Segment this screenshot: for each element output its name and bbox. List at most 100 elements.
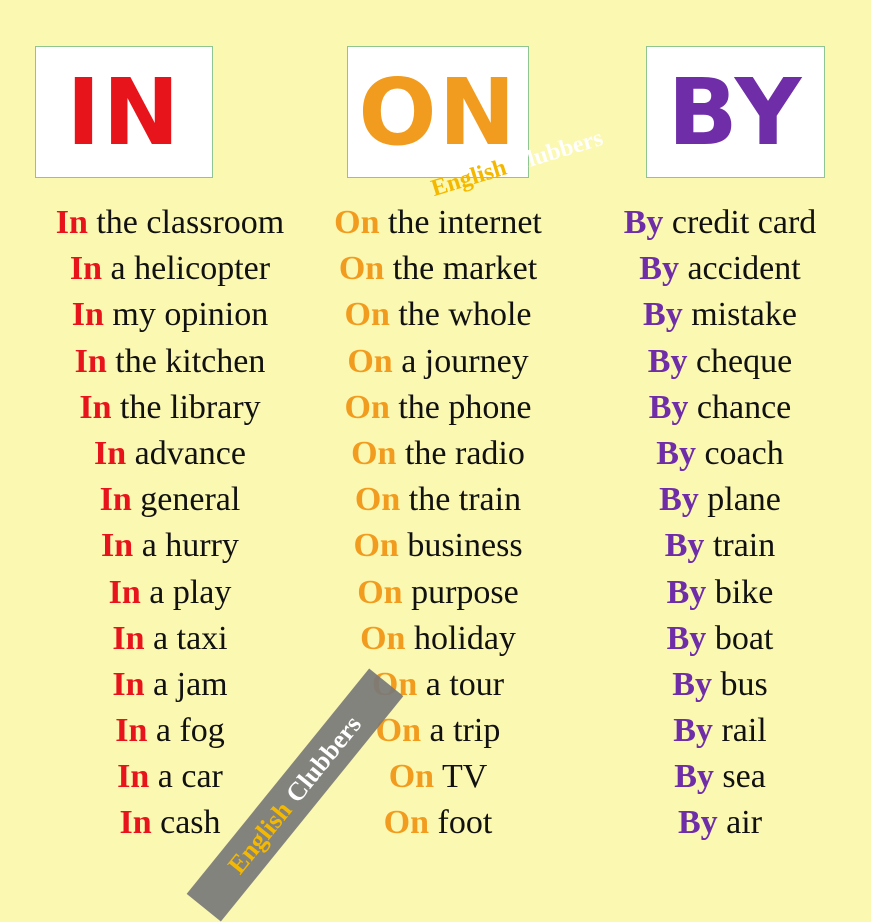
by-phrase-item: By boat	[575, 616, 865, 662]
by-phrase-list: By credit card By accident By mistake By ch…	[575, 200, 865, 847]
on-phrase-text: the internet	[387, 204, 542, 241]
by-keyword: By	[643, 296, 683, 334]
in-phrase-text: cash	[160, 804, 221, 842]
by-phrase-item: By accident	[575, 246, 865, 292]
on-phrase-item: On a journey	[293, 339, 583, 385]
by-phrase-text: cheque	[695, 342, 793, 380]
in-phrase-text: general	[140, 481, 241, 519]
on-phrase-text: a trip	[429, 712, 501, 750]
on-keyword: On	[388, 758, 435, 796]
on-phrase-text: TV	[441, 758, 488, 796]
by-phrase-item: By chance	[575, 385, 865, 431]
on-keyword: On	[344, 388, 390, 426]
by-keyword: By	[623, 204, 664, 241]
by-phrase-item: By bike	[575, 570, 865, 616]
in-keyword: In	[117, 758, 150, 796]
on-phrase-text: business	[407, 527, 523, 565]
in-phrase-text: the classroom	[96, 204, 285, 241]
by-phrase-item: By rail	[575, 708, 865, 754]
on-phrase-text: holiday	[413, 619, 516, 657]
in-phrase-item: In the kitchen	[25, 339, 315, 385]
in-phrase-item: In a helicopter	[25, 246, 315, 292]
in-phrase-text: the library	[119, 388, 261, 426]
in-phrase-text: my opinion	[112, 296, 269, 334]
by-keyword: By	[677, 804, 718, 842]
in-phrase-text: advance	[134, 434, 246, 472]
by-phrase-text: accident	[687, 250, 801, 288]
in-phrase-text: a jam	[153, 665, 228, 703]
on-phrase-item: On the train	[293, 477, 583, 523]
in-keyword: In	[99, 481, 132, 519]
in-phrase-item: In a play	[25, 570, 315, 616]
on-keyword: On	[354, 481, 401, 519]
by-keyword: By	[639, 250, 679, 288]
by-keyword: By	[648, 388, 689, 426]
by-phrase-text: air	[726, 804, 763, 842]
in-keyword: In	[74, 342, 107, 380]
on-phrase-item: On the radio	[293, 431, 583, 477]
in-keyword: In	[112, 619, 145, 657]
by-keyword: By	[666, 619, 707, 657]
by-phrase-item: By cheque	[575, 339, 865, 385]
on-phrase-text: the train	[408, 481, 522, 519]
in-phrase-item: In a jam	[25, 662, 315, 708]
in-phrase-item: In general	[25, 477, 315, 523]
by-keyword: By	[659, 481, 699, 519]
by-keyword: By	[656, 434, 696, 472]
in-keyword: In	[108, 573, 141, 611]
in-phrase-list: In the classroom In a helicopter In my opi…	[25, 200, 315, 847]
in-phrase-text: a taxi	[153, 619, 228, 657]
on-keyword: On	[338, 250, 385, 288]
by-phrase-text: boat	[714, 619, 774, 657]
on-phrase-text: the radio	[404, 434, 525, 472]
in-keyword: In	[115, 712, 148, 750]
header-by-label: BY	[667, 58, 804, 166]
by-phrase-text: credit card	[671, 204, 817, 241]
in-phrase-item: In my opinion	[25, 292, 315, 338]
on-phrase-text: foot	[437, 804, 493, 842]
by-keyword: By	[666, 573, 707, 611]
by-phrase-item: By air	[575, 800, 865, 846]
by-phrase-text: rail	[721, 712, 767, 750]
in-keyword: In	[119, 804, 152, 842]
in-keyword: In	[112, 665, 145, 703]
in-keyword: In	[93, 434, 127, 472]
in-phrase-text: a play	[149, 573, 232, 611]
by-phrase-text: mistake	[691, 296, 797, 334]
on-phrase-item: On the market	[293, 246, 583, 292]
by-phrase-text: bus	[720, 665, 768, 703]
on-keyword: On	[383, 804, 430, 842]
header-by-card: BY	[646, 46, 825, 178]
in-keyword: In	[71, 296, 104, 334]
on-phrase-text: purpose	[411, 573, 519, 611]
by-phrase-item: By credit card	[575, 200, 865, 246]
in-phrase-text: the kitchen	[115, 342, 266, 380]
in-keyword: In	[55, 204, 88, 241]
by-phrase-text: bike	[714, 573, 774, 611]
by-phrase-item: By train	[575, 523, 865, 569]
in-keyword: In	[79, 388, 112, 426]
on-phrase-text: the phone	[398, 388, 532, 426]
by-phrase-item: By mistake	[575, 292, 865, 338]
in-phrase-text: a fog	[155, 712, 225, 750]
header-in-card: IN	[35, 46, 213, 178]
on-keyword: On	[360, 619, 406, 657]
by-phrase-text: chance	[696, 388, 792, 426]
on-phrase-text: a tour	[425, 665, 505, 703]
on-keyword: On	[351, 434, 397, 472]
on-phrase-item: On the whole	[293, 292, 583, 338]
on-phrase-item: On business	[293, 523, 583, 569]
header-in-label: IN	[66, 58, 182, 166]
on-phrase-text: a journey	[401, 342, 529, 380]
in-phrase-item: In the classroom	[25, 200, 315, 246]
by-keyword: By	[673, 712, 713, 750]
by-phrase-item: By coach	[575, 431, 865, 477]
on-phrase-item: On the internet	[293, 200, 583, 246]
on-keyword: On	[347, 342, 393, 380]
on-keyword: On	[334, 204, 380, 241]
on-phrase-item: On the phone	[293, 385, 583, 431]
in-phrase-item: In a fog	[25, 708, 315, 754]
by-phrase-text: plane	[707, 481, 781, 519]
on-phrase-item: On purpose	[293, 570, 583, 616]
in-phrase-text: a hurry	[141, 527, 239, 565]
